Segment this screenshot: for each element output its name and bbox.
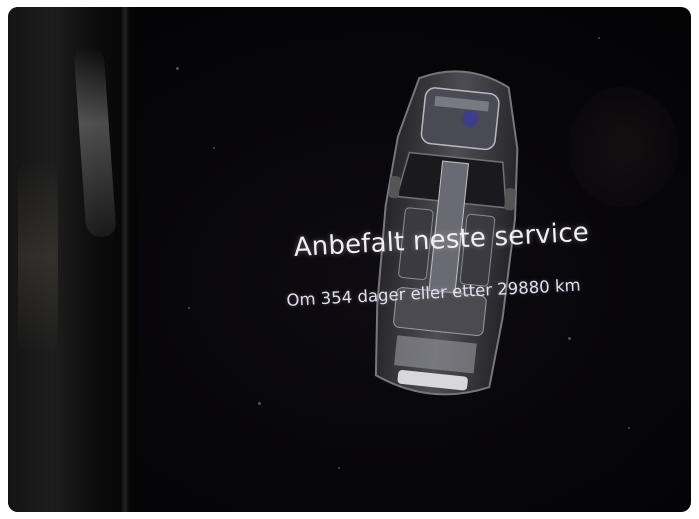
dust-speck [176,67,179,70]
dust-speck [188,307,190,309]
dust-speck [628,427,630,429]
dust-speck [598,37,600,39]
dust-speck [568,337,571,340]
display-photo: Anbefalt neste service Om 354 dager elle… [8,7,691,512]
dust-speck [258,402,261,405]
screen-reflection [568,87,678,207]
trim-reflection [18,157,58,357]
trim-edge [120,7,130,512]
dust-speck [338,467,340,469]
dust-speck [213,147,215,149]
